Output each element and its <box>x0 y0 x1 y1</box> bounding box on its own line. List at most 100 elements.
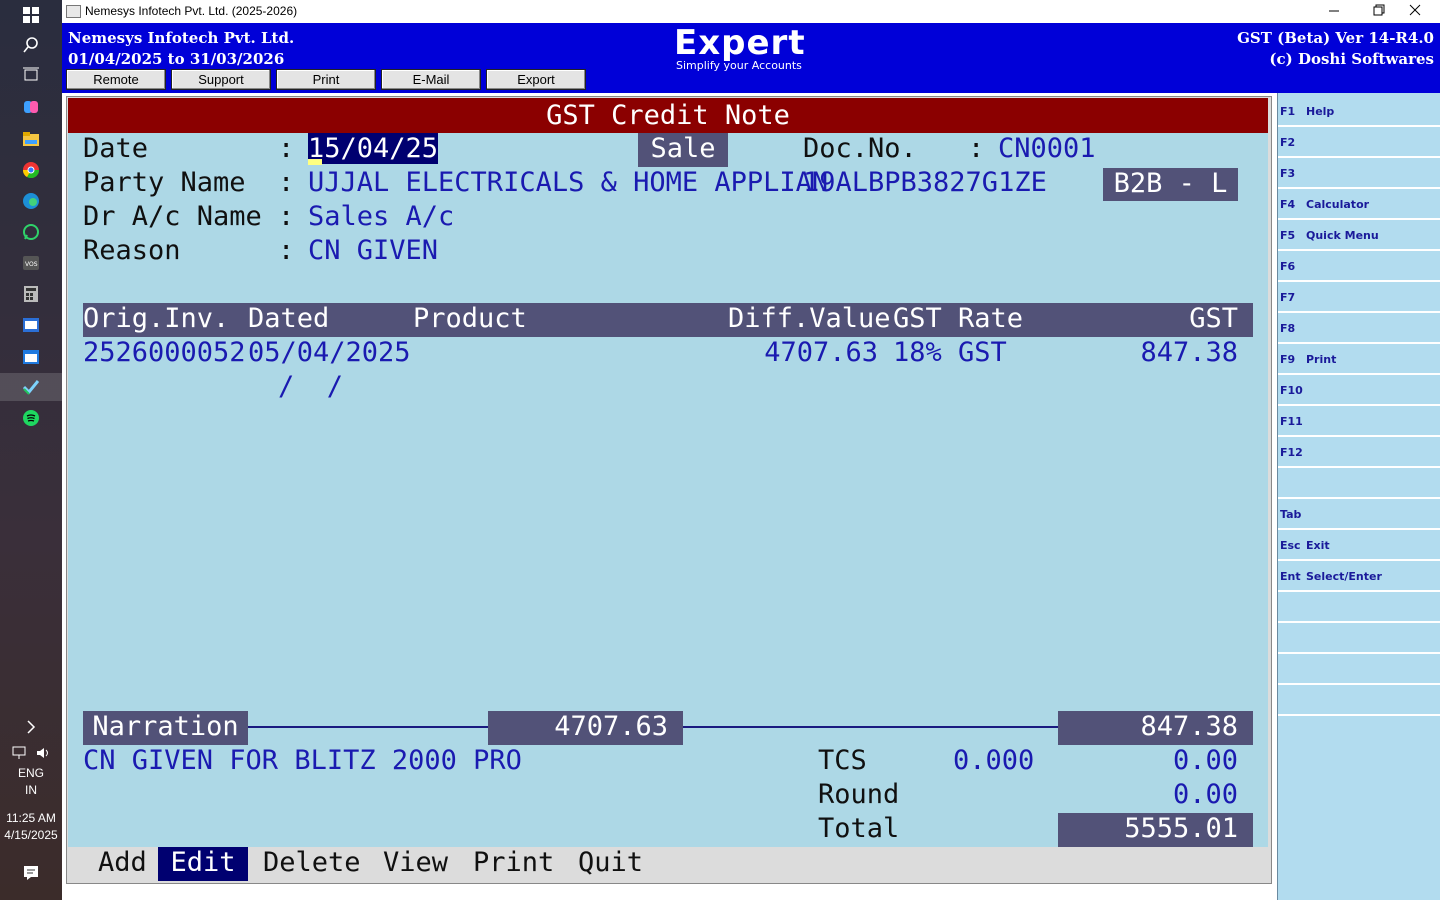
vos-icon[interactable]: VOS <box>18 250 44 276</box>
text-cursor <box>308 159 322 165</box>
fkey-f6[interactable]: F6 <box>1278 250 1440 282</box>
notification-icon[interactable] <box>18 860 44 886</box>
fkey-code: F3 <box>1280 167 1296 180</box>
menu-view[interactable]: View <box>383 847 448 878</box>
fkey-f11[interactable]: F11 <box>1278 405 1440 437</box>
function-key-panel: F1 Help F2 F3 F4 Calculator F5 Quick Menu F… <box>1277 93 1440 900</box>
network-icon[interactable] <box>10 740 30 766</box>
action-menu: Add Edit Delete View Print Quit <box>68 847 1268 881</box>
menu-print[interactable]: Print <box>473 847 554 878</box>
table-row[interactable]: 2526000052 05/04/2025 4707.63 18% GST 84… <box>83 337 1253 371</box>
financial-period: 01/04/2025 to 31/03/2026 <box>68 50 285 68</box>
reason-label: Reason <box>83 235 181 266</box>
fkey-f1[interactable]: F1 Help <box>1278 95 1440 127</box>
taskbar: VOS ENG IN 11:25 AM 4/15/2025 <box>0 0 62 900</box>
tcs-rate-field[interactable]: 0.000 <box>953 745 1034 776</box>
fkey-f4[interactable]: F4 Calculator <box>1278 188 1440 220</box>
dr-account-colon: : <box>278 201 295 232</box>
menu-edit[interactable]: Edit <box>158 847 248 881</box>
chrome-icon[interactable] <box>18 157 44 183</box>
round-amount: 0.00 <box>1172 779 1238 810</box>
col-orig-inv: Orig.Inv. <box>83 303 230 334</box>
row-dated: 05/04/2025 <box>248 337 411 368</box>
fkey-tab[interactable]: Tab <box>1278 498 1440 530</box>
language-indicator[interactable]: ENG <box>0 766 62 780</box>
clock-date[interactable]: 4/15/2025 <box>0 828 62 842</box>
fkey-code: F6 <box>1280 260 1296 273</box>
copyright-label: (c) Doshi Softwares <box>1269 50 1434 68</box>
email-button[interactable]: E-Mail <box>381 69 481 90</box>
restore-button[interactable] <box>1357 0 1401 23</box>
edge-icon[interactable] <box>18 188 44 214</box>
region-indicator[interactable]: IN <box>0 783 62 797</box>
fkey-code: Ent <box>1280 570 1301 583</box>
menu-quit[interactable]: Quit <box>578 847 643 878</box>
fkey-code: F7 <box>1280 291 1296 304</box>
file-explorer-icon[interactable] <box>18 126 44 152</box>
fkey-code: Tab <box>1280 508 1302 521</box>
window-title: Nemesys Infotech Pvt. Ltd. (2025-2026) <box>85 4 298 18</box>
fkey-f8[interactable]: F8 <box>1278 312 1440 344</box>
fkey-code: F1 <box>1280 105 1296 118</box>
fkey-label: Exit <box>1306 539 1330 552</box>
calendar-icon[interactable] <box>18 343 44 369</box>
task-view-icon[interactable] <box>18 62 44 88</box>
entry-panel: Date : 15/04/25 Sale Doc.No. : CN0001 Pa… <box>68 133 1268 847</box>
news-icon[interactable] <box>18 312 44 338</box>
fkey-f10[interactable]: F10 <box>1278 374 1440 406</box>
fkey-esc[interactable]: Esc Exit <box>1278 529 1440 561</box>
fkey-f2[interactable]: F2 <box>1278 126 1440 158</box>
dr-account-field[interactable]: Sales A/c <box>308 201 454 232</box>
row-gst: 847.38 <box>1140 337 1238 368</box>
svg-text:VOS: VOS <box>25 261 38 268</box>
clock-time[interactable]: 11:25 AM <box>0 811 62 825</box>
tasks-icon[interactable] <box>18 374 44 400</box>
docno-value[interactable]: CN0001 <box>998 133 1096 164</box>
fkey-label: Quick Menu <box>1306 229 1379 242</box>
fkey-label: Calculator <box>1306 198 1370 211</box>
table-header: Orig.Inv. Dated Product Diff.Value GST R… <box>83 303 1253 337</box>
date-input[interactable]: 15/04/25 <box>308 133 439 164</box>
fkey-code: Esc <box>1280 539 1301 552</box>
copilot-icon[interactable] <box>18 94 44 120</box>
support-button[interactable]: Support <box>171 69 271 90</box>
menu-add[interactable]: Add <box>98 847 147 878</box>
fkey-label: Select/Enter <box>1306 570 1382 583</box>
export-button[interactable]: Export <box>486 69 586 90</box>
form-title: GST Credit Note <box>546 100 790 131</box>
menu-delete[interactable]: Delete <box>263 847 361 878</box>
window-title-bar: Nemesys Infotech Pvt. Ltd. (2025-2026) <box>62 0 1440 23</box>
tcs-label: TCS <box>818 745 867 776</box>
fkey-f12[interactable]: F12 <box>1278 436 1440 468</box>
header-print-button[interactable]: Print <box>276 69 376 90</box>
fkey-code: F9 <box>1280 353 1296 366</box>
fkey-code: F10 <box>1280 384 1303 397</box>
volume-icon[interactable] <box>34 740 54 766</box>
row-orig-inv: 2526000052 <box>83 337 246 368</box>
reason-field[interactable]: CN GIVEN <box>308 235 438 266</box>
calculator-icon[interactable] <box>18 281 44 307</box>
chevron-right-icon[interactable] <box>18 714 44 740</box>
close-button[interactable] <box>1402 0 1440 23</box>
windows-start-icon[interactable] <box>18 2 44 28</box>
fkey-code: F8 <box>1280 322 1296 335</box>
remote-button[interactable]: Remote <box>66 69 166 90</box>
party-label: Party Name <box>83 167 246 198</box>
whatsapp-icon[interactable] <box>18 219 44 245</box>
fkey-f9[interactable]: F9 Print <box>1278 343 1440 375</box>
fkey-label: Print <box>1306 353 1337 366</box>
fkey-f5[interactable]: F5 Quick Menu <box>1278 219 1440 251</box>
fkey-code: F5 <box>1280 229 1296 242</box>
fkey-enter[interactable]: Ent Select/Enter <box>1278 560 1440 592</box>
spotify-icon[interactable] <box>18 405 44 431</box>
search-icon[interactable] <box>18 32 44 58</box>
minimize-button[interactable] <box>1312 0 1356 23</box>
fkey-f7[interactable]: F7 <box>1278 281 1440 313</box>
blank-row-date[interactable]: / / <box>278 371 343 402</box>
party-name-field[interactable]: UJJAL ELECTRICALS & HOME APPLIAN <box>308 167 828 198</box>
app-header: Nemesys Infotech Pvt. Ltd. 01/04/2025 to… <box>62 23 1440 93</box>
fkey-f3[interactable]: F3 <box>1278 157 1440 189</box>
fkey-empty-row <box>1278 591 1440 623</box>
reason-colon: : <box>278 235 295 266</box>
narration-field[interactable]: CN GIVEN FOR BLITZ 2000 PRO <box>83 745 522 776</box>
